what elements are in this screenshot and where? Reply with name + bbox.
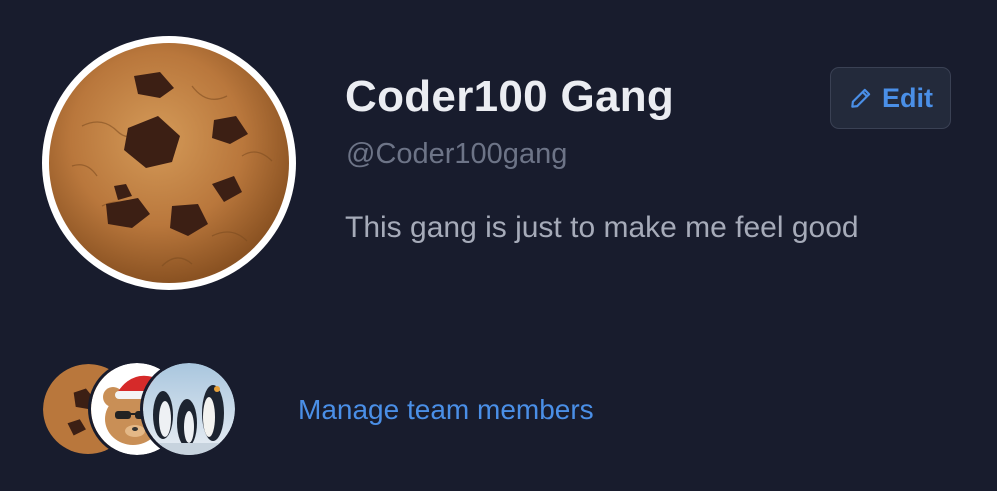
member-avatar[interactable]: [140, 360, 238, 458]
team-avatar: [42, 36, 296, 290]
penguins-image: [143, 363, 235, 455]
manage-team-members-link[interactable]: Manage team members: [298, 394, 594, 426]
team-name: Coder100 Gang: [345, 72, 675, 121]
edit-button[interactable]: Edit: [830, 67, 951, 129]
edit-button-label: Edit: [882, 82, 933, 113]
team-bio: This gang is just to make me feel good: [345, 211, 859, 244]
pencil-icon: [848, 85, 874, 111]
team-handle: @Coder100gang: [346, 138, 568, 170]
cookie-image: [49, 43, 289, 283]
